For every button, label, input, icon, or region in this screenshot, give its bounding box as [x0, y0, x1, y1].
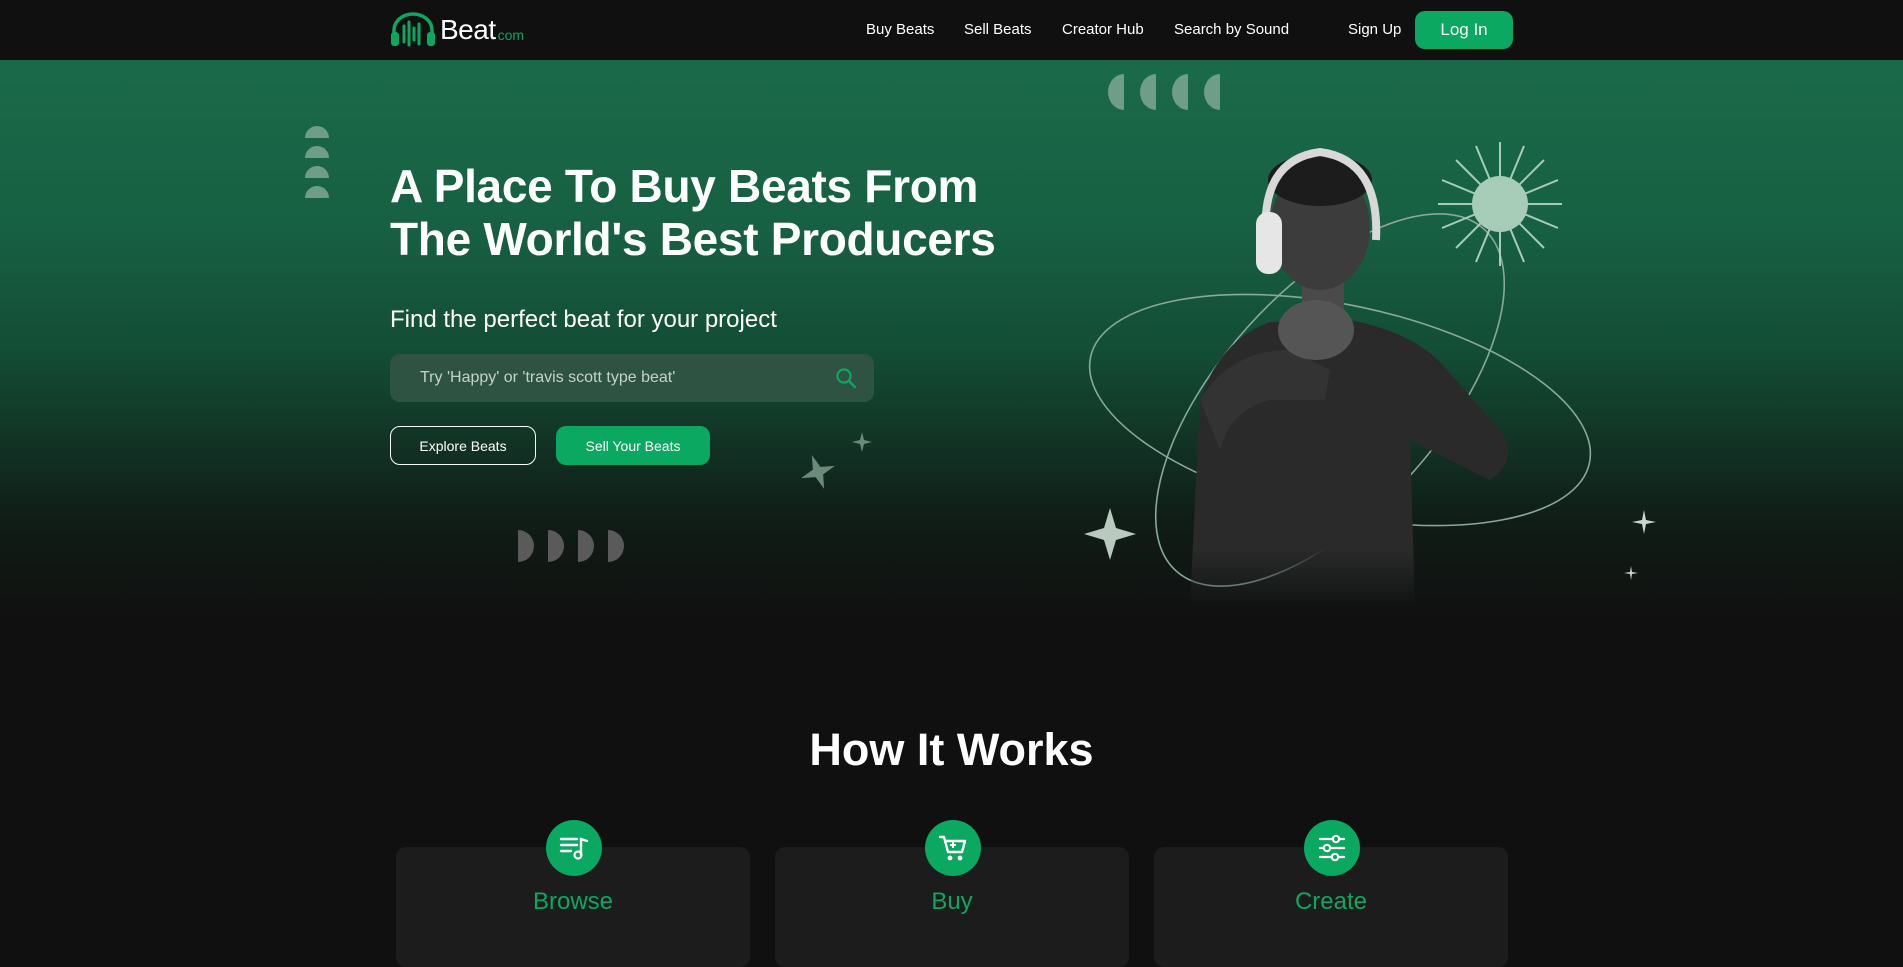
half-circle-row-bottom-icon [518, 530, 624, 562]
nav-search-by-sound[interactable]: Search by Sound [1174, 21, 1289, 38]
brand-name: Beat [440, 14, 496, 45]
playlist-icon [546, 820, 602, 876]
stacked-half-circles-icon [305, 126, 329, 198]
twinkle-stars-icon [1624, 510, 1656, 580]
top-navbar: Beat com Buy Beats Sell Beats Creator Hu… [0, 0, 1903, 60]
hero-section: A Place To Buy Beats From The World's Be… [0, 60, 1903, 620]
cart-icon [925, 820, 981, 876]
nav-buy-beats[interactable]: Buy Beats [866, 21, 934, 38]
hero-subtitle: Find the perfect beat for your project [390, 306, 777, 333]
nav-creator-hub[interactable]: Creator Hub [1062, 21, 1144, 38]
search-bar [390, 353, 874, 403]
nav-sell-beats[interactable]: Sell Beats [964, 21, 1032, 38]
search-icon[interactable] [834, 366, 858, 390]
step-label-create: Create [1294, 888, 1368, 915]
headphones-logo-icon [391, 12, 435, 47]
step-label-browse: Browse [532, 888, 614, 915]
sliders-icon [1304, 820, 1360, 876]
signup-link[interactable]: Sign Up [1348, 21, 1401, 38]
login-button[interactable]: Log In [1415, 11, 1513, 49]
explore-beats-button[interactable]: Explore Beats [390, 426, 536, 465]
search-input[interactable] [390, 353, 834, 403]
step-label-buy: Buy [931, 888, 973, 915]
brand-logo[interactable]: Beat com [390, 12, 524, 48]
hero-person-image [1084, 142, 1592, 605]
hero-title: A Place To Buy Beats From The World's Be… [390, 160, 996, 265]
sell-your-beats-button[interactable]: Sell Your Beats [556, 426, 710, 465]
sparkle-icon [801, 432, 872, 489]
how-it-works-title: How It Works [809, 724, 1094, 775]
brand-tld: com [497, 27, 525, 43]
